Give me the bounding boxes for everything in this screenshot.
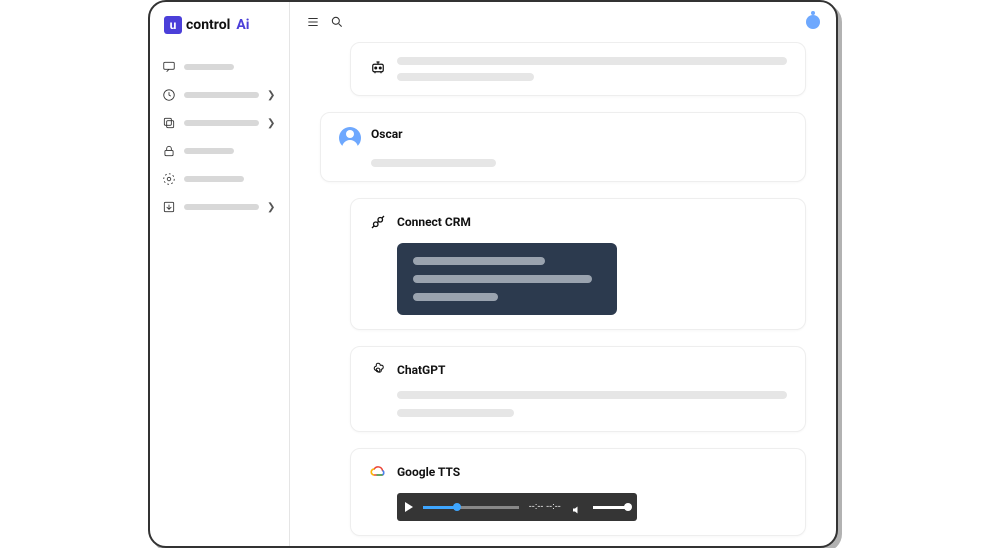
nav-placeholder <box>184 64 234 70</box>
app-window: u control Ai ❯ ❯ <box>148 0 838 548</box>
chevron-right-icon: ❯ <box>267 202 277 213</box>
google-cloud-icon <box>369 463 387 481</box>
export-icon <box>162 200 176 214</box>
ai-message-card <box>350 42 806 96</box>
lock-icon <box>162 144 176 158</box>
sidebar: u control Ai ❯ ❯ <box>150 2 290 546</box>
audio-progress-thumb[interactable] <box>453 503 461 511</box>
chevron-right-icon: ❯ <box>267 90 277 101</box>
crm-code-block <box>397 243 617 315</box>
connect-crm-title: Connect CRM <box>397 215 471 229</box>
audio-time: --:-- --:-- <box>529 502 561 512</box>
sidebar-item-export[interactable]: ❯ <box>162 196 277 218</box>
sidebar-item-security[interactable] <box>162 140 277 162</box>
main-area: Oscar Connect CRM <box>290 2 836 546</box>
user-name: Oscar <box>371 127 403 141</box>
gear-icon <box>162 172 176 186</box>
copy-icon <box>162 116 176 130</box>
brand-suffix: Ai <box>236 17 249 33</box>
volume-track[interactable] <box>593 506 629 509</box>
ai-message-body <box>397 57 787 81</box>
menu-icon[interactable] <box>306 15 320 29</box>
brand-mark: u <box>164 16 182 34</box>
audio-player[interactable]: --:-- --:-- <box>397 493 637 521</box>
plug-icon <box>369 213 387 231</box>
audio-progress-track[interactable] <box>423 506 519 509</box>
nav-placeholder <box>184 120 259 126</box>
user-avatar-icon <box>339 127 361 149</box>
play-button[interactable] <box>405 502 413 512</box>
google-tts-title: Google TTS <box>397 465 460 479</box>
user-avatar-menu[interactable] <box>806 15 820 29</box>
sidebar-item-settings[interactable] <box>162 168 277 190</box>
topbar <box>290 2 836 42</box>
openai-icon <box>369 361 387 379</box>
sidebar-item-history[interactable]: ❯ <box>162 84 277 106</box>
feed: Oscar Connect CRM <box>290 42 836 546</box>
sidebar-item-chat[interactable] <box>162 56 277 78</box>
user-message-body <box>371 159 787 167</box>
nav-placeholder <box>184 148 234 154</box>
chatgpt-card: ChatGPT <box>350 346 806 432</box>
nav-placeholder <box>184 204 259 210</box>
clock-icon <box>162 88 176 102</box>
volume-icon[interactable] <box>571 501 583 513</box>
robot-icon <box>369 59 387 77</box>
topbar-left <box>306 15 344 29</box>
chevron-right-icon: ❯ <box>267 118 277 129</box>
brand-logo[interactable]: u control Ai <box>164 16 277 34</box>
sidebar-item-files[interactable]: ❯ <box>162 112 277 134</box>
audio-progress-fill <box>423 506 457 509</box>
connect-crm-card: Connect CRM <box>350 198 806 330</box>
chatgpt-title: ChatGPT <box>397 363 445 377</box>
user-message-card: Oscar <box>320 112 806 182</box>
chatgpt-body <box>397 391 787 417</box>
google-tts-card: Google TTS --:-- --:-- <box>350 448 806 536</box>
search-icon[interactable] <box>330 15 344 29</box>
nav-placeholder <box>184 92 259 98</box>
brand-word: control <box>186 17 230 33</box>
chat-icon <box>162 60 176 74</box>
nav-placeholder <box>184 176 244 182</box>
